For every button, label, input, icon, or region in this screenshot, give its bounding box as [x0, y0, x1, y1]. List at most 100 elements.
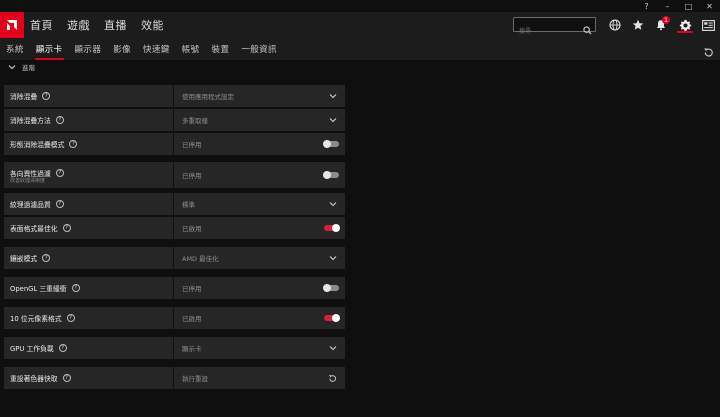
settings-active-indicator — [677, 31, 693, 33]
toggle-switch[interactable] — [324, 314, 340, 322]
setting-label: OpenGL 三重緩衝 — [10, 285, 67, 293]
search-input[interactable] — [514, 25, 578, 38]
setting-toggle-area[interactable]: 已停用 — [174, 162, 345, 188]
top-navigation-bar: 首頁 遊戲 直播 效能 1 — [0, 12, 720, 38]
tab-system[interactable]: 系統 — [6, 43, 24, 55]
setting-label-group: 形態消除混疊模式? — [10, 133, 78, 155]
setting-dropdown[interactable]: 多重取樣 — [174, 109, 345, 131]
setting-label-group: 10 位元像素格式? — [10, 307, 75, 329]
help-icon[interactable]: ? — [69, 140, 78, 148]
setting-label: 表面格式最佳化 — [10, 225, 58, 233]
setting-toggle-area[interactable]: 已啟用 — [174, 307, 345, 329]
setting-reset-action[interactable]: 執行重設 — [174, 367, 345, 389]
settings-tab-bar: 系統 顯示卡 顯示器 影像 快速鍵 帳號 裝置 一般資訊 — [0, 38, 720, 60]
setting-dropdown[interactable]: 顯示卡 — [174, 337, 345, 359]
setting-value: 使用應用程式設定 — [182, 93, 234, 101]
toggle-switch[interactable] — [323, 171, 339, 179]
setting-row: 消除混疊方法? 多重取樣 — [4, 109, 345, 131]
setting-value: 已停用 — [182, 172, 202, 180]
nav-games[interactable]: 遊戲 — [67, 17, 90, 33]
setting-toggle-area[interactable]: 已停用 — [174, 277, 345, 299]
toggle-switch[interactable] — [323, 140, 339, 148]
setting-value: 已啟用 — [182, 225, 202, 233]
search-box — [513, 17, 596, 38]
setting-label-group: 紋理過濾品質? — [10, 193, 64, 215]
setting-label-group: OpenGL 三重緩衝? — [10, 277, 80, 299]
setting-value: 已停用 — [182, 141, 202, 149]
setting-label: 鑲嵌模式 — [10, 255, 38, 263]
reset-icon[interactable] — [703, 43, 714, 62]
toggle-switch[interactable] — [323, 284, 339, 292]
tab-graphics[interactable]: 顯示卡 — [34, 43, 64, 60]
amd-logo-icon[interactable] — [0, 12, 24, 38]
reset-icon[interactable] — [328, 374, 337, 383]
help-icon[interactable]: ? — [55, 169, 64, 177]
help-icon[interactable]: ? — [71, 284, 80, 292]
setting-value: 已停用 — [182, 285, 202, 293]
help-icon[interactable]: ? — [42, 92, 51, 100]
setting-row: 消除混疊? 使用應用程式設定 — [4, 85, 345, 107]
maximize-window-button[interactable]: □ — [678, 0, 699, 12]
setting-toggle-area[interactable]: 已停用 — [174, 133, 345, 155]
setting-label-group: 重設著色器快取? — [10, 367, 71, 389]
setting-label: 消除混疊 — [10, 93, 38, 101]
section-title: 進階 — [22, 64, 35, 72]
setting-label: 消除混疊方法 — [10, 117, 51, 125]
setting-sublabel: 改善紋理清晰度 — [10, 178, 46, 184]
help-icon[interactable]: ? — [58, 344, 67, 352]
chevron-down-icon — [329, 94, 337, 99]
notification-count-badge: 1 — [662, 16, 670, 24]
main-nav: 首頁 遊戲 直播 效能 — [30, 12, 178, 38]
setting-label: GPU 工作負載 — [10, 345, 54, 353]
setting-label-group: 消除混疊方法? — [10, 109, 64, 131]
setting-row: 鑲嵌模式? AMD 最佳化 — [4, 247, 345, 269]
setting-toggle-area[interactable]: 已啟用 — [174, 217, 345, 239]
close-window-button[interactable]: ✕ — [699, 0, 720, 12]
chevron-down-icon — [329, 346, 337, 351]
gear-icon[interactable] — [678, 18, 692, 32]
layout-panel-icon[interactable] — [701, 18, 715, 32]
setting-dropdown[interactable]: 使用應用程式設定 — [174, 85, 345, 107]
advanced-section-header[interactable]: 進階 — [8, 62, 35, 72]
setting-label: 重設著色器快取 — [10, 375, 58, 383]
setting-value: AMD 最佳化 — [182, 255, 219, 263]
setting-dropdown[interactable]: 標準 — [174, 193, 345, 215]
setting-value: 執行重設 — [182, 375, 208, 383]
setting-label-group: GPU 工作負載? — [10, 337, 67, 359]
tab-account[interactable]: 帳號 — [182, 43, 200, 55]
help-icon[interactable]: ? — [55, 200, 64, 208]
tab-hotkeys[interactable]: 快速鍵 — [143, 43, 170, 55]
tab-display[interactable]: 顯示器 — [75, 43, 102, 55]
window-controls: ? – □ ✕ — [636, 0, 720, 12]
setting-row: 重設著色器快取? 執行重設 — [4, 367, 345, 389]
help-icon[interactable]: ? — [42, 254, 51, 262]
setting-row: OpenGL 三重緩衝? 已停用 — [4, 277, 345, 299]
search-icon[interactable] — [583, 20, 592, 39]
help-icon[interactable]: ? — [62, 374, 71, 382]
tab-devices[interactable]: 裝置 — [212, 43, 230, 55]
chevron-down-icon — [329, 118, 337, 123]
setting-label: 10 位元像素格式 — [10, 315, 62, 323]
setting-label-group: 鑲嵌模式? — [10, 247, 51, 269]
setting-row: 10 位元像素格式? 已啟用 — [4, 307, 345, 329]
setting-dropdown[interactable]: AMD 最佳化 — [174, 247, 345, 269]
setting-row: 形態消除混疊模式? 已停用 — [4, 133, 345, 155]
globe-icon[interactable] — [608, 18, 622, 32]
help-icon[interactable]: ? — [62, 224, 71, 232]
help-icon[interactable]: ? — [55, 116, 64, 124]
nav-home[interactable]: 首頁 — [30, 17, 53, 33]
tab-video[interactable]: 影像 — [113, 43, 131, 55]
setting-row: GPU 工作負載? 顯示卡 — [4, 337, 345, 359]
tab-general[interactable]: 一般資訊 — [241, 43, 277, 55]
setting-row: 各向異性過濾? 改善紋理清晰度 已停用 — [4, 162, 345, 188]
setting-label-group: 消除混疊? — [10, 85, 51, 107]
toggle-switch[interactable] — [324, 224, 340, 232]
help-window-button[interactable]: ? — [636, 0, 657, 12]
help-icon[interactable]: ? — [66, 314, 75, 322]
setting-row: 紋理過濾品質? 標準 — [4, 193, 345, 215]
minimize-window-button[interactable]: – — [657, 0, 678, 12]
nav-streaming[interactable]: 直播 — [104, 17, 127, 33]
setting-value: 多重取樣 — [182, 117, 208, 125]
nav-performance[interactable]: 效能 — [141, 17, 164, 33]
star-icon[interactable] — [631, 18, 645, 32]
